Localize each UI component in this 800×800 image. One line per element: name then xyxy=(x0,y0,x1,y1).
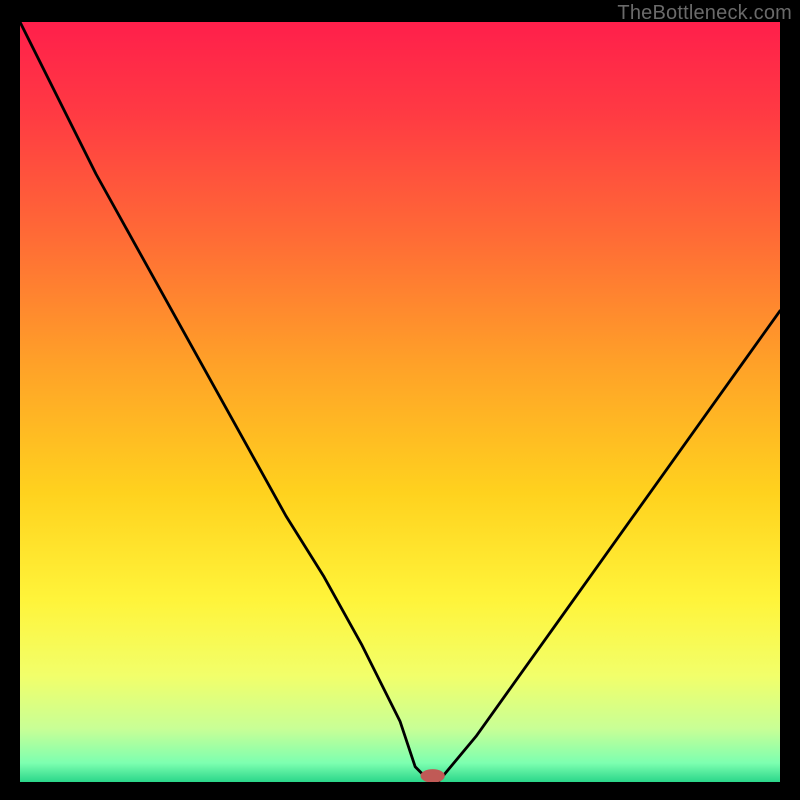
watermark-text: TheBottleneck.com xyxy=(617,2,792,25)
gradient-background xyxy=(20,22,780,782)
chart-svg xyxy=(20,22,780,782)
chart-frame: TheBottleneck.com xyxy=(0,0,800,800)
plot-area xyxy=(20,22,780,782)
